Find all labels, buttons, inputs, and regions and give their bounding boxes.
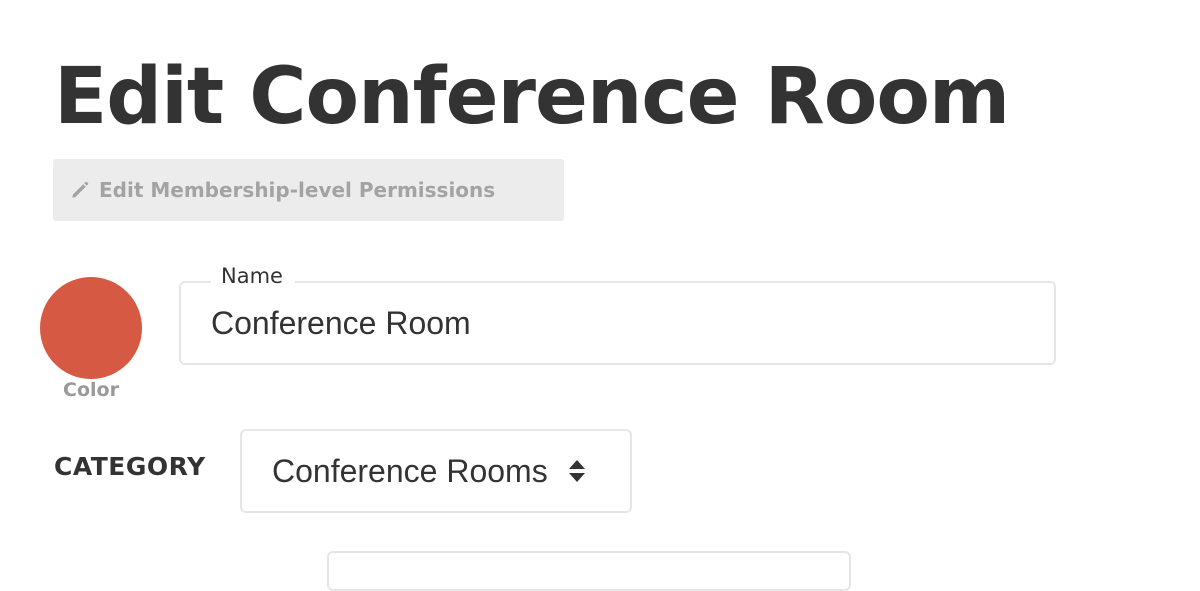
color-label: Color (63, 379, 119, 401)
name-input[interactable] (181, 283, 1054, 363)
color-swatch[interactable] (40, 277, 142, 379)
partial-field[interactable] (327, 551, 851, 591)
category-label: CATEGORY (54, 452, 206, 481)
category-selected-value: Conference Rooms (272, 452, 548, 489)
pencil-icon (69, 179, 91, 201)
edit-permissions-button[interactable]: Edit Membership-level Permissions (53, 159, 564, 221)
page-title: Edit Conference Room (54, 52, 1010, 142)
category-select[interactable]: Conference Rooms (240, 429, 632, 513)
sort-icon (568, 458, 586, 484)
name-field: Name (179, 259, 1056, 365)
edit-permissions-label: Edit Membership-level Permissions (99, 178, 496, 202)
